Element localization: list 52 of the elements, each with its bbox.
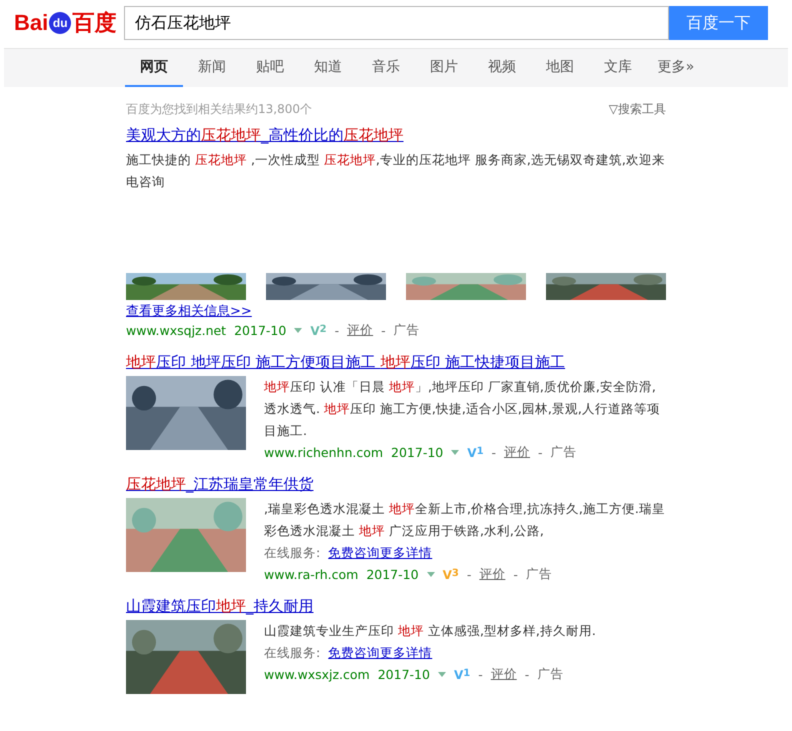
ad-label: 广告 — [394, 322, 420, 339]
result-url: www.wxsxjz.com — [264, 667, 370, 682]
separator-text: - — [538, 445, 543, 460]
separator-text: - — [492, 445, 496, 460]
result-date: 2017-10 — [366, 567, 419, 582]
baidu-logo[interactable]: Bai du 百度 — [14, 8, 124, 38]
result-count: 百度为您找到相关结果约13,800个 — [126, 101, 312, 118]
service-label: 在线服务: — [264, 544, 320, 562]
nav-tab[interactable]: 新闻 — [183, 49, 241, 87]
result-url: www.ra-rh.com — [264, 567, 358, 582]
result-snippet: 山霞建筑专业生产压印 地坪 立体感强,型材多样,持久耐用. — [264, 622, 597, 640]
review-link[interactable]: 评价 — [347, 322, 374, 339]
service-label: 在线服务: — [264, 644, 320, 662]
search-tools-link[interactable]: ▽搜索工具 — [608, 101, 666, 118]
result-url: www.wxsqjz.net — [126, 323, 226, 338]
nav-tab[interactable]: 视频 — [473, 49, 531, 87]
nav-tab[interactable]: 网页 — [125, 49, 183, 87]
nav-tab[interactable]: 图片 — [415, 49, 473, 87]
result-date: 2017-10 — [234, 323, 286, 338]
result-date: 2017-10 — [391, 445, 444, 460]
caret-icon[interactable] — [438, 672, 446, 677]
ad-label: 广告 — [526, 566, 552, 583]
separator-text: - — [524, 667, 530, 682]
result-date: 2017-10 — [378, 667, 430, 682]
separator-text: - — [381, 323, 386, 338]
result-snippet: 施工快捷的 压花地坪 ,一次性成型 压花地坪,专业的压花地坪 服务商家,选无锡双奇建筑,欢迎来电咨询 — [126, 151, 666, 191]
review-link[interactable]: 评价 — [490, 666, 517, 683]
separator-text: - — [478, 667, 483, 682]
caret-icon[interactable] — [451, 450, 460, 455]
caret-icon[interactable] — [294, 328, 302, 333]
nav-tab[interactable]: 音乐 — [357, 49, 415, 87]
review-link[interactable]: 评价 — [504, 444, 530, 461]
separator-text: - — [513, 567, 518, 582]
more-info-link[interactable]: 查看更多相关信息>> — [126, 302, 666, 320]
ad-label: 广告 — [550, 444, 577, 461]
nav-tab[interactable]: 文库 — [589, 49, 647, 87]
result-snippet: ,瑞皇彩色透水混凝土 地坪全新上市,价格合理,抗冻持久,施工方便.瑞皇彩色透水混凝土 地坪 广泛应用于铁路,水利,公路, — [264, 500, 666, 540]
search-field[interactable]: 仿石压花地坪 — [124, 6, 669, 40]
nav-tab[interactable]: 地图 — [531, 49, 589, 87]
nav-tab[interactable]: 贴吧 — [241, 49, 299, 87]
search-button[interactable]: 百度一下 — [669, 6, 768, 40]
caret-icon[interactable] — [426, 572, 435, 577]
separator-text: - — [334, 323, 340, 338]
ad-label: 广告 — [537, 666, 564, 683]
result-url: www.richenhn.com — [264, 445, 384, 460]
nav-tab[interactable]: 更多» — [647, 49, 705, 87]
consult-link[interactable]: 免费咨询更多详情 — [328, 542, 432, 564]
nav-tab[interactable]: 知道 — [299, 49, 357, 87]
result-snippet: 地坪压印 认准「日晨 地坪」,地坪压印 厂家直销,质优价廉,安全防滑,透水透气. 地坪压印 施工方便,快捷,适合小区,园林,景观,人行道路等项目施工. — [264, 378, 661, 440]
consult-link[interactable]: 免费咨询更多详情 — [328, 642, 432, 664]
separator-text: - — [466, 567, 472, 582]
review-link[interactable]: 评价 — [479, 566, 506, 583]
